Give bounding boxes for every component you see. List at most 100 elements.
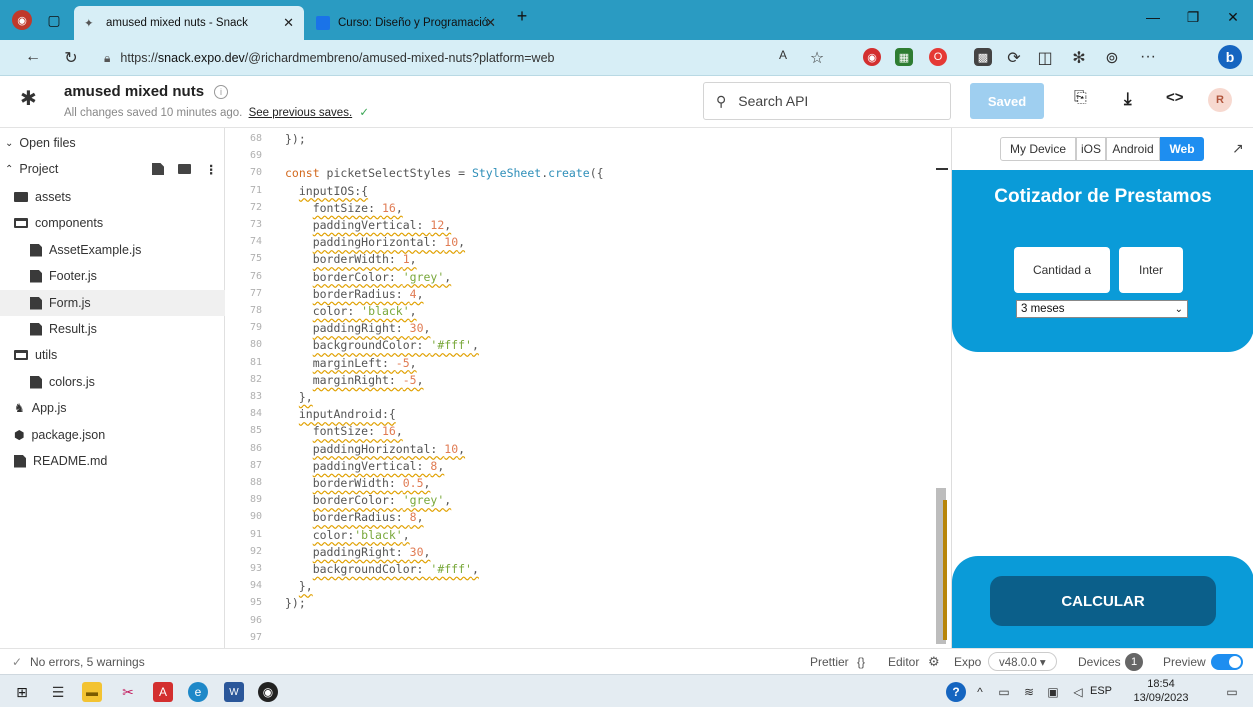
acrobat-icon[interactable]: A [153, 682, 173, 702]
term-select[interactable]: 3 meses ⌄ [1016, 300, 1188, 318]
editor-label[interactable]: Editor [888, 655, 919, 669]
extension-opera-icon[interactable]: O [929, 48, 947, 66]
refresh-icon[interactable]: ↻ [60, 48, 82, 68]
version-select[interactable]: v48.0.0 ▾ [988, 652, 1057, 671]
extension-green-icon[interactable]: ▦ [895, 48, 913, 66]
close-tab-icon[interactable]: ✕ [283, 15, 294, 31]
clock-time[interactable]: 18:54 [1128, 678, 1194, 690]
restore-icon[interactable]: ❐ [1183, 9, 1203, 26]
code-line: fontSize: 16, [312, 200, 403, 215]
project-title-row: amused mixed nuts i [64, 83, 229, 100]
search-api-input[interactable]: ⚲ Search API [703, 82, 951, 120]
course-favicon-icon [316, 16, 330, 30]
file-icon [30, 322, 42, 336]
preview-toggle[interactable] [1211, 654, 1243, 670]
language-indicator[interactable]: ESP [1090, 685, 1112, 697]
help-icon[interactable]: ? [946, 682, 966, 702]
tab-android[interactable]: Android [1106, 137, 1160, 161]
more-menu-icon[interactable]: ··· [1137, 48, 1159, 66]
line-number: 76 [249, 270, 262, 282]
sidebar-item-readme[interactable]: README.md [0, 448, 225, 474]
chevron-up-icon[interactable]: ^ [970, 682, 990, 702]
tab-web[interactable]: Web [1160, 137, 1204, 161]
problems-status[interactable]: No errors, 5 warnings [30, 655, 145, 669]
tab-snack[interactable]: ✦ amused mixed nuts - Snack ✕ [74, 6, 304, 40]
github-icon[interactable]: ◉ [258, 682, 278, 702]
clock-date[interactable]: 13/09/2023 [1128, 692, 1194, 704]
prettier-icon[interactable]: {} [857, 655, 865, 669]
project-header[interactable]: ⌃ Project ⋮ [0, 156, 225, 182]
split-screen-icon[interactable]: ◫ [1034, 48, 1056, 68]
info-icon[interactable]: i [214, 84, 229, 99]
sidebar-item-utils[interactable]: utils [0, 342, 225, 368]
word-icon[interactable]: W [224, 682, 244, 702]
sidebar-item-form[interactable]: Form.js [0, 290, 225, 316]
line-number: 77 [249, 287, 262, 299]
sidebar-item-components[interactable]: components [0, 210, 225, 236]
code-line: borderWidth: 1, [312, 252, 417, 267]
volume-icon[interactable]: ◁ [1068, 682, 1088, 702]
close-window-icon[interactable]: ✕ [1223, 9, 1243, 26]
file-icon [30, 375, 42, 389]
edge-icon[interactable]: e [188, 682, 208, 702]
sidebar-item-assets[interactable]: assets [0, 184, 225, 210]
new-folder-icon[interactable] [178, 164, 191, 174]
download-icon[interactable]: ⤓ [1124, 89, 1132, 109]
sidebar-item-app[interactable]: ♞ App.js [0, 395, 225, 421]
new-tab-button[interactable]: + [512, 6, 532, 27]
notifications-icon[interactable]: ▭ [1222, 682, 1242, 702]
snack-logo-icon[interactable]: ✱ [20, 88, 42, 110]
back-icon[interactable]: ← [22, 48, 44, 66]
sidebar-item-assetexample[interactable]: AssetExample.js [0, 237, 225, 263]
amount-input[interactable]: Cantidad a [1014, 247, 1110, 293]
tab-actions-icon[interactable]: ▢ [44, 10, 64, 30]
read-aloud-icon[interactable]: A [772, 48, 794, 62]
code-line: }); [285, 596, 306, 611]
open-external-icon[interactable]: ↗ [1232, 140, 1244, 157]
embed-icon[interactable]: <> [1166, 89, 1184, 106]
avatar[interactable]: R [1208, 88, 1232, 112]
url-field[interactable]: 🔒︎ https:// snack.expo.dev /@richardmemb… [104, 44, 844, 72]
favorite-star-icon[interactable]: ☆ [806, 48, 828, 68]
favorites-icon[interactable]: ✻ [1068, 48, 1090, 68]
tab-my-device[interactable]: My Device [1000, 137, 1076, 161]
sidebar-item-package[interactable]: ⬢ package.json [0, 422, 225, 448]
refresh-extension-icon[interactable]: ⟳ [1003, 48, 1025, 68]
see-previous-link[interactable]: See previous saves. [249, 107, 353, 119]
line-number: 85 [249, 425, 262, 437]
collections-icon[interactable]: ⊚ [1101, 48, 1123, 68]
tab-course[interactable]: Curso: Diseño y Programación de ✕ [306, 6, 506, 40]
minimize-icon[interactable]: — [1143, 9, 1163, 25]
project-title[interactable]: amused mixed nuts [64, 83, 204, 100]
chevron-up-icon: ⌃ [5, 163, 14, 175]
sidebar-item-footer[interactable]: Footer.js [0, 263, 225, 289]
sidebar-item-colors[interactable]: colors.js [0, 369, 225, 395]
new-file-icon[interactable] [152, 163, 164, 175]
prettier-label[interactable]: Prettier [810, 655, 849, 669]
open-files-header[interactable]: ⌄ Open files [0, 130, 225, 156]
code-editor[interactable]: 68}); 69 70 const picketSelectStyles = Styl… [226, 128, 950, 648]
devices-label[interactable]: Devices [1078, 655, 1121, 669]
code-line: borderWidth: 0.5, [312, 476, 431, 490]
file-explorer-icon[interactable]: ▬ [82, 682, 102, 702]
sidebar-item-result[interactable]: Result.js [0, 316, 225, 342]
line-number: 90 [249, 511, 262, 523]
snipping-tool-icon[interactable]: ✂ [118, 682, 138, 702]
project-label: Project [19, 162, 59, 176]
extension-grid-icon[interactable]: ▩ [974, 48, 992, 66]
tab-ios[interactable]: iOS [1076, 137, 1106, 161]
gear-icon[interactable]: ⚙ [928, 654, 940, 670]
bing-icon[interactable]: b [1218, 45, 1242, 69]
device-export-icon[interactable]: ⎘ [1074, 89, 1087, 107]
extension-red-icon[interactable]: ◉ [863, 48, 881, 66]
more-options-icon[interactable]: ⋮ [205, 162, 218, 177]
interest-input[interactable]: Inter [1119, 247, 1183, 293]
line-number: 68 [249, 133, 262, 144]
windows-start-icon[interactable]: ⊞ [12, 682, 32, 702]
code-line: inputAndroid:{ [298, 407, 396, 422]
task-view-icon[interactable]: ☰ [48, 682, 68, 702]
profile-icon[interactable]: ◉ [12, 10, 32, 30]
calcular-button[interactable]: CALCULAR [990, 576, 1216, 626]
saved-button[interactable]: Saved [970, 83, 1044, 119]
close-tab-icon[interactable]: ✕ [485, 15, 496, 31]
